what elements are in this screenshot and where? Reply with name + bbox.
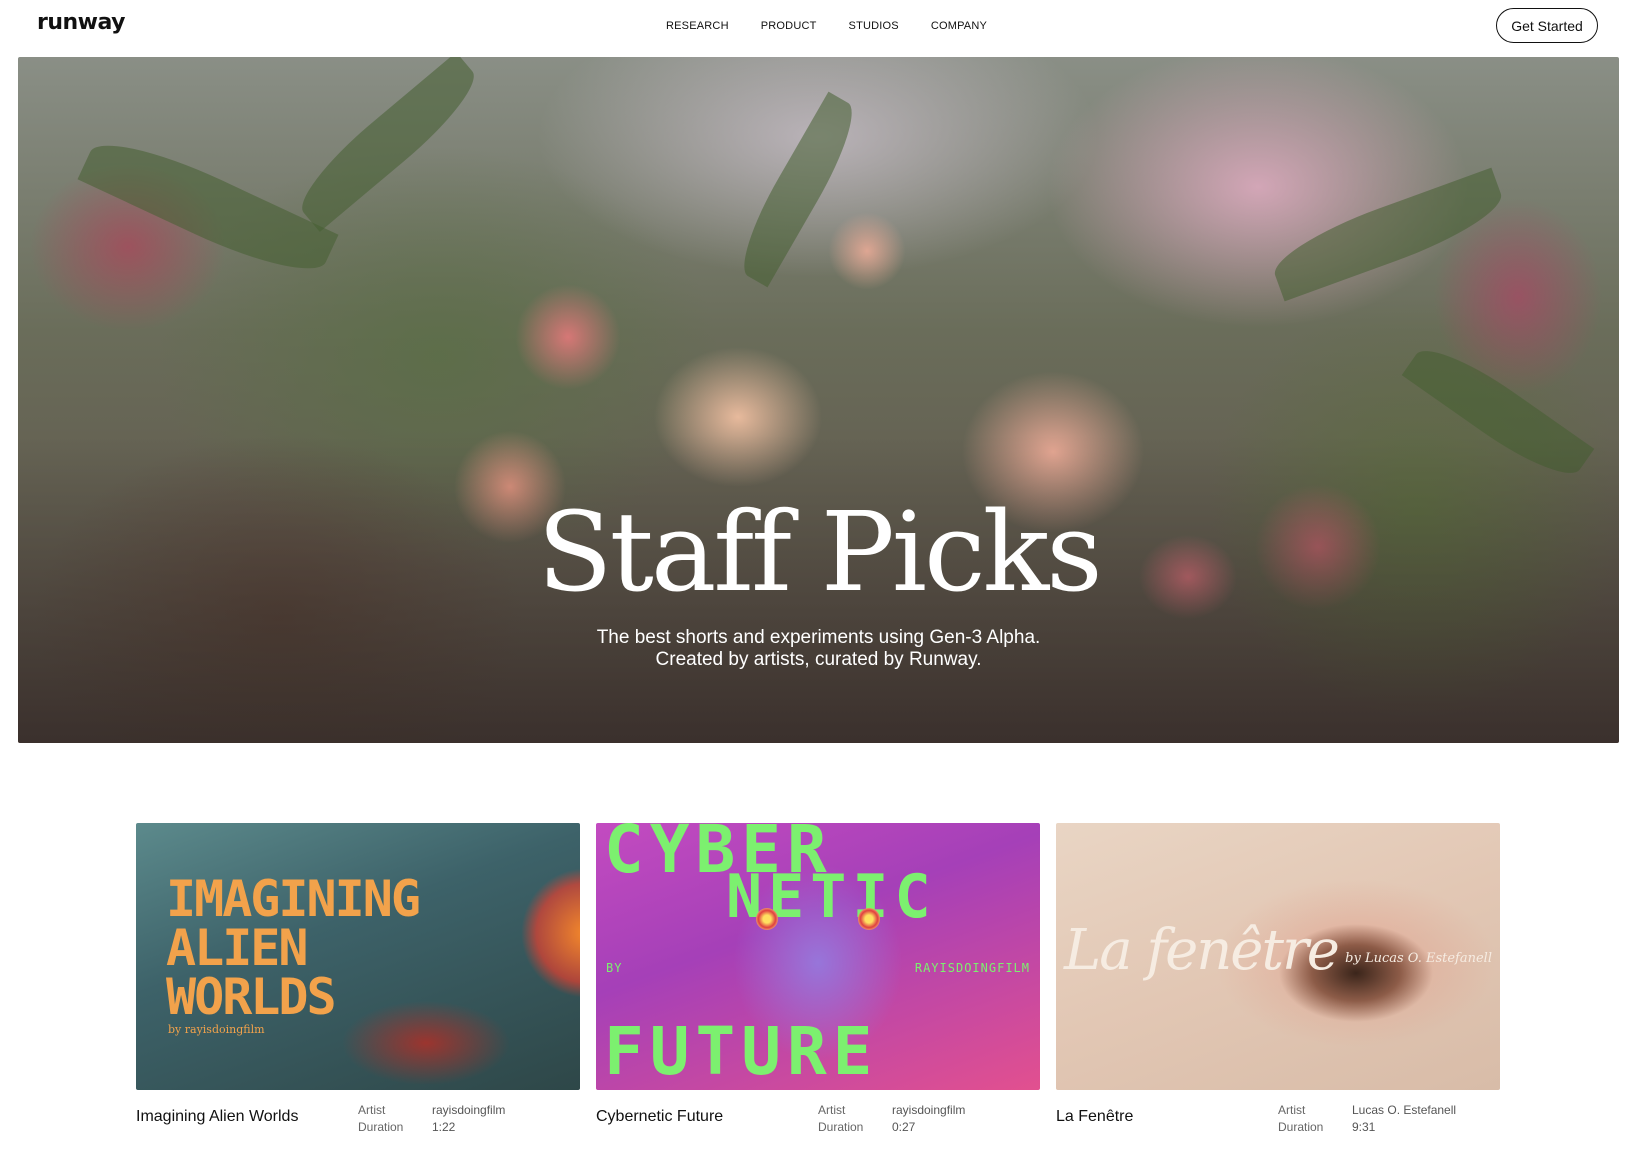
film-thumbnail[interactable]: La fenêtre by Lucas O. Estefanell xyxy=(1056,823,1500,1090)
film-card-imagining-alien-worlds[interactable]: IMAGINING ALIEN WORLDS by rayisdoingfilm… xyxy=(136,823,580,1150)
artist-label: Artist xyxy=(358,1103,386,1117)
thumbnail-title-line-3: FUTURE xyxy=(604,1013,879,1090)
nav-product[interactable]: PRODUCT xyxy=(761,20,817,32)
nav-studios[interactable]: STUDIOS xyxy=(849,20,899,32)
eye-shape xyxy=(756,908,778,930)
hero-title: Staff Picks xyxy=(537,488,1102,616)
thumbnail-title: IMAGINING ALIEN WORLDS xyxy=(166,870,421,1026)
film-thumbnail[interactable]: IMAGINING ALIEN WORLDS by rayisdoingfilm xyxy=(136,823,580,1090)
runway-logo[interactable]: runway xyxy=(37,10,126,35)
staff-picks-grid: IMAGINING ALIEN WORLDS by rayisdoingfilm… xyxy=(136,823,1502,1150)
nav-research[interactable]: RESEARCH xyxy=(666,20,729,32)
film-meta: La Fenêtre Artist Duration Lucas O. Este… xyxy=(1056,1100,1500,1150)
hero-subtitle-line-1: The best shorts and experiments using Ge… xyxy=(596,627,1041,648)
artist-name: rayisdoingfilm xyxy=(892,1103,966,1117)
film-card-cybernetic-future[interactable]: CYBER NETIC BY RAYISDOINGFILM FUTURE Cyb… xyxy=(596,823,1040,1150)
hero-banner: Staff Picks The best shorts and experime… xyxy=(18,57,1619,743)
film-card-la-fenetre[interactable]: La fenêtre by Lucas O. Estefanell La Fen… xyxy=(1056,823,1500,1150)
eye-shape xyxy=(858,908,880,930)
main-nav: RESEARCH PRODUCT STUDIOS COMPANY xyxy=(666,20,1019,32)
film-meta: Cybernetic Future Artist Duration rayisd… xyxy=(596,1100,1040,1150)
duration-label: Duration xyxy=(818,1120,864,1134)
film-thumbnail[interactable]: CYBER NETIC BY RAYISDOINGFILM FUTURE xyxy=(596,823,1040,1090)
thumbnail-credit: by rayisdoingfilm xyxy=(168,1023,265,1036)
duration-label: Duration xyxy=(358,1120,404,1134)
duration-value: 0:27 xyxy=(892,1120,916,1134)
film-meta-values: rayisdoingfilm 1:22 xyxy=(432,1102,505,1136)
hero-subtitle-line-2: Created by artists, curated by Runway. xyxy=(655,649,982,670)
artist-label: Artist xyxy=(818,1103,846,1117)
duration-label: Duration xyxy=(1278,1120,1324,1134)
artist-name: rayisdoingfilm xyxy=(432,1103,506,1117)
hero-subtitle: The best shorts and experiments using Ge… xyxy=(18,627,1619,671)
film-title[interactable]: Imagining Alien Worlds xyxy=(136,1108,298,1126)
get-started-button[interactable]: Get Started xyxy=(1496,8,1598,43)
thumbnail-credit: by Lucas O. Estefanell xyxy=(1345,951,1492,966)
film-title[interactable]: La Fenêtre xyxy=(1056,1108,1133,1126)
thumbnail-credit-left: BY xyxy=(606,961,623,975)
film-meta-values: rayisdoingfilm 0:27 xyxy=(892,1102,965,1136)
thumbnail-credit-right: RAYISDOINGFILM xyxy=(914,961,1030,975)
film-title[interactable]: Cybernetic Future xyxy=(596,1108,723,1126)
film-meta-labels: Artist Duration xyxy=(818,1102,863,1136)
thumbnail-title: La fenêtre xyxy=(1064,918,1340,983)
duration-value: 1:22 xyxy=(432,1120,456,1134)
duration-value: 9:31 xyxy=(1352,1120,1376,1134)
film-meta: Imagining Alien Worlds Artist Duration r… xyxy=(136,1100,580,1150)
film-meta-labels: Artist Duration xyxy=(358,1102,403,1136)
film-meta-values: Lucas O. Estefanell 9:31 xyxy=(1352,1102,1456,1136)
artist-label: Artist xyxy=(1278,1103,1306,1117)
film-meta-labels: Artist Duration xyxy=(1278,1102,1323,1136)
nav-company[interactable]: COMPANY xyxy=(931,20,987,32)
artist-name: Lucas O. Estefanell xyxy=(1352,1103,1457,1117)
site-header: runway RESEARCH PRODUCT STUDIOS COMPANY … xyxy=(0,0,1633,56)
